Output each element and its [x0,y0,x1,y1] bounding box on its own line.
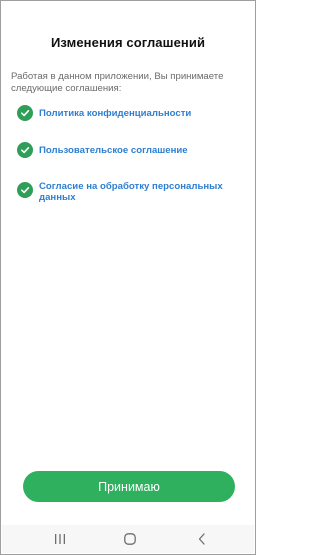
agreement-item-personal-data-consent[interactable]: Согласие на обработку персональных данны… [17,181,243,205]
agreement-link-user-agreement[interactable]: Пользовательское соглашение [39,145,239,156]
app-screen: Изменения соглашений Работая в данном пр… [0,0,256,555]
back-icon [198,533,205,545]
check-circle-icon [17,142,33,158]
agreement-item-user-agreement[interactable]: Пользовательское соглашение [17,142,243,160]
check-circle-icon [17,105,33,121]
intro-text: Работая в данном приложении, Вы принимае… [11,71,224,94]
system-navigation-bar [2,525,254,553]
agreement-link-privacy-policy[interactable]: Политика конфиденциальности [39,108,239,119]
agreement-link-personal-data-consent[interactable]: Согласие на обработку персональных данны… [39,181,239,203]
recents-icon [55,534,65,544]
back-button[interactable] [187,525,217,553]
recents-button[interactable] [45,525,75,553]
home-button[interactable] [115,525,145,553]
page-title: Изменения соглашений [50,35,206,50]
accept-button[interactable]: Принимаю [23,471,235,502]
agreement-item-privacy-policy[interactable]: Политика конфиденциальности [17,105,243,123]
check-circle-icon [17,182,33,198]
home-icon [124,533,136,545]
